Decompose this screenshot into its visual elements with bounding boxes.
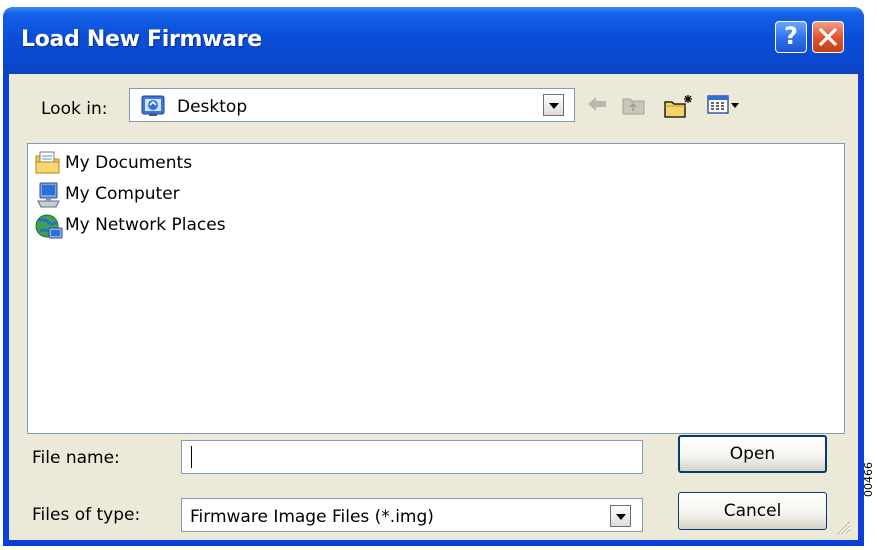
- file-name-input[interactable]: [181, 440, 643, 474]
- file-list[interactable]: My Documents My Computer My Network Plac…: [27, 143, 845, 434]
- look-in-dropdown-button[interactable]: [543, 94, 564, 116]
- my-documents-icon: [35, 151, 60, 174]
- close-icon: [819, 28, 837, 46]
- view-menu-icon[interactable]: [707, 93, 747, 117]
- look-in-label: Look in:: [41, 99, 108, 119]
- file-name-label: File name:: [32, 448, 120, 468]
- file-name: My Network Places: [65, 215, 226, 235]
- open-button[interactable]: Open: [678, 435, 827, 473]
- text-caret: [191, 446, 192, 468]
- title-bar[interactable]: Load New Firmware ?: [3, 7, 864, 74]
- help-button[interactable]: ?: [775, 21, 807, 53]
- my-network-places-icon: [35, 214, 63, 239]
- look-in-value: Desktop: [177, 97, 248, 117]
- up-folder-icon[interactable]: [620, 93, 648, 117]
- load-firmware-dialog: Load New Firmware ? Look in: Desktop My …: [3, 7, 864, 546]
- files-of-type-dropdown-button[interactable]: [610, 505, 631, 527]
- file-name: My Documents: [65, 153, 193, 173]
- look-in-dropdown[interactable]: Desktop: [129, 88, 575, 122]
- dialog-body: Look in: Desktop My Documents My Compute…: [9, 74, 858, 540]
- desktop-icon: [141, 95, 165, 116]
- chevron-down-icon: [616, 514, 626, 520]
- new-folder-icon[interactable]: [663, 93, 695, 119]
- my-computer-icon: [37, 182, 60, 208]
- back-icon[interactable]: [584, 93, 610, 115]
- files-of-type-value: Firmware Image Files (*.img): [190, 507, 434, 527]
- close-button[interactable]: [812, 21, 844, 53]
- resize-grip-icon[interactable]: [835, 519, 851, 535]
- files-of-type-label: Files of type:: [32, 505, 141, 525]
- cancel-button[interactable]: Cancel: [678, 492, 827, 530]
- figure-id-text: 00466: [862, 462, 875, 497]
- file-name: My Computer: [65, 184, 180, 204]
- files-of-type-dropdown[interactable]: Firmware Image Files (*.img): [181, 498, 643, 532]
- dialog-title: Load New Firmware: [21, 27, 262, 52]
- chevron-down-icon: [549, 103, 559, 109]
- screenshot-stage: Load New Firmware ? Look in: Desktop My …: [0, 0, 877, 550]
